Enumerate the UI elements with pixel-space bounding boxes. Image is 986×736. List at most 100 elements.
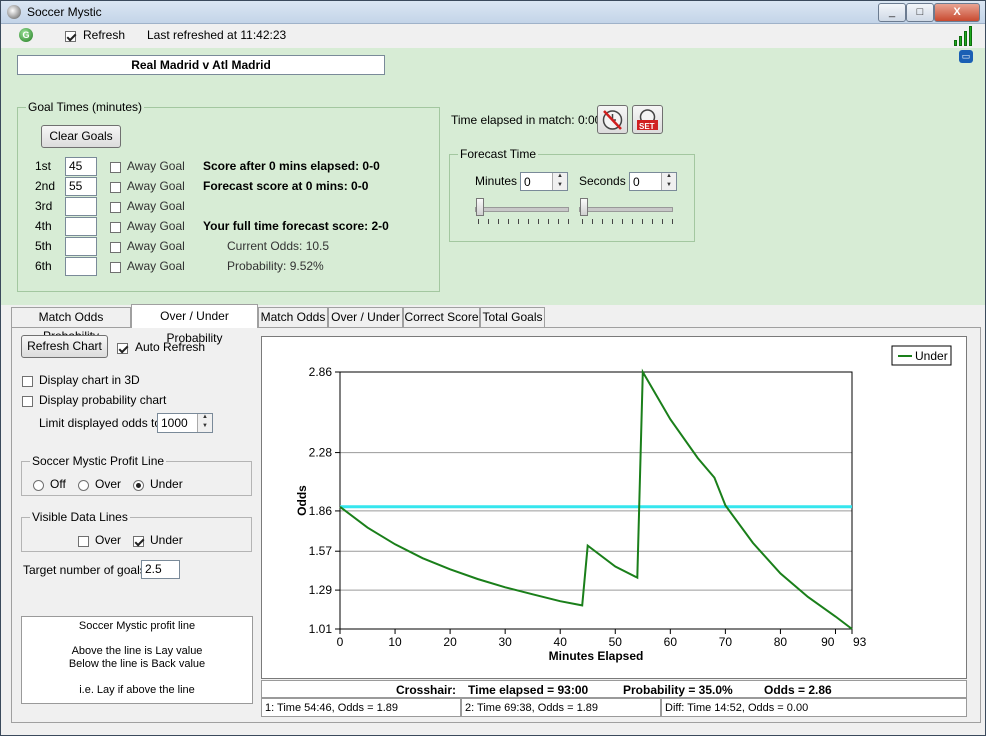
x-tick-label: 10 <box>388 635 402 649</box>
x-tick-label: 20 <box>443 635 457 649</box>
x-tick-label: 60 <box>664 635 678 649</box>
note-line1: Above the line is Lay value <box>71 645 203 657</box>
note-line3: i.e. Lay if above the line <box>79 684 195 696</box>
goal-times-group: Goal Times (minutes) Clear Goals 1st 45 … <box>17 100 440 292</box>
no-clock-icon <box>602 110 623 130</box>
goal-ordinal: 4th <box>35 219 52 233</box>
maximize-button[interactable]: □ <box>906 3 934 22</box>
tab-total-goals[interactable]: Total Goals <box>480 307 545 327</box>
target-goals-input[interactable]: 2.5 <box>141 560 180 579</box>
away-goal-checkbox[interactable] <box>110 260 121 274</box>
spin-up-icon[interactable]: ▲ <box>552 173 567 182</box>
radio-under-label: Under <box>150 477 183 491</box>
radio-under[interactable] <box>133 478 144 492</box>
away-goal-label: Away Goal <box>127 219 185 233</box>
minutes-slider-thumb[interactable] <box>476 198 484 216</box>
auto-refresh-checkbox[interactable] <box>117 341 128 355</box>
spin-up-icon[interactable]: ▲ <box>197 414 212 423</box>
refresh-label: Refresh <box>83 28 126 42</box>
tab-match-odds[interactable]: Match Odds <box>258 307 328 327</box>
goal-ordinal: 6th <box>35 259 52 273</box>
goal-time-input[interactable] <box>65 257 97 276</box>
profit-line-legend: Soccer Mystic Profit Line <box>30 454 167 468</box>
pin-icon[interactable]: ▭ <box>959 50 973 63</box>
seconds-slider-ticks <box>582 219 674 224</box>
time-elapsed-text: Time elapsed in match: 0:00 <box>451 113 602 127</box>
x-tick-label: 93 <box>853 635 867 649</box>
over-under-chart[interactable]: 1.01 1.29 1.57 1.86 2.28 2.86 0 10 20 30 40 50 60 70 8… <box>262 337 966 678</box>
minimize-button[interactable]: _ <box>878 3 906 22</box>
spin-down-icon[interactable]: ▼ <box>661 181 676 190</box>
match-title: Real Madrid v Atl Madrid <box>17 55 385 75</box>
visible-under-checkbox[interactable] <box>133 534 144 548</box>
visible-under-label: Under <box>150 533 183 547</box>
clear-goals-button[interactable]: Clear Goals <box>41 125 121 148</box>
goal-ordinal: 5th <box>35 239 52 253</box>
window-title: Soccer Mystic <box>27 5 102 19</box>
set-clock-button[interactable]: SET <box>632 105 663 134</box>
crosshair-odds: Odds = 2.86 <box>764 683 832 697</box>
spin-down-icon[interactable]: ▼ <box>552 181 567 190</box>
title-bar: Soccer Mystic _ □ X <box>1 1 985 24</box>
close-button[interactable]: X <box>934 3 980 22</box>
last-refreshed: Last refreshed at 11:42:23 <box>147 28 287 42</box>
soccer-ball-icon <box>7 5 21 19</box>
note-title: Soccer Mystic profit line <box>78 620 196 632</box>
note-line2: Below the line is Back value <box>68 658 206 670</box>
goal-ordinal: 2nd <box>35 179 56 193</box>
point2-readout: 2: Time 69:38, Odds = 1.89 <box>461 698 661 717</box>
match-panel: ▭ Real Madrid v Atl Madrid Goal Times (m… <box>1 48 985 305</box>
y-tick-label: 1.86 <box>309 504 333 518</box>
crosshair-bar: Crosshair: Time elapsed = 93:00 Probabil… <box>261 680 967 698</box>
crosshair-probability: Probability = 35.0% <box>623 683 733 697</box>
minutes-label: Minutes <box>475 174 518 188</box>
away-goal-label: Away Goal <box>127 179 185 193</box>
goal-time-input[interactable] <box>65 217 97 236</box>
away-goal-checkbox[interactable] <box>110 180 121 194</box>
point1-text: 1: Time 54:46, Odds = 1.89 <box>265 702 398 714</box>
tab-over-under-probability[interactable]: Over / Under Probability <box>131 304 258 345</box>
forecast-score-text: Forecast score at 0 mins: 0-0 <box>203 179 369 193</box>
reset-clock-button[interactable] <box>597 105 628 134</box>
refresh-checkbox[interactable] <box>65 29 76 43</box>
refresh-chart-button[interactable]: Refresh Chart <box>21 335 108 358</box>
spin-down-icon[interactable]: ▼ <box>197 423 212 432</box>
goal-time-input[interactable] <box>65 197 97 216</box>
tab-correct-score[interactable]: Correct Score <box>403 307 480 327</box>
spin-up-icon[interactable]: ▲ <box>661 173 676 182</box>
display-3d-checkbox[interactable] <box>22 374 33 388</box>
goal-times-legend: Goal Times (minutes) <box>26 100 145 114</box>
limit-odds-spinner[interactable]: 1000 ▲ ▼ <box>157 413 213 433</box>
goal-time-input[interactable]: 45 <box>65 157 97 176</box>
away-goal-checkbox[interactable] <box>110 220 121 234</box>
display-probability-checkbox[interactable] <box>22 394 33 408</box>
profit-line-group: Soccer Mystic Profit Line Off Over Under <box>21 454 252 496</box>
tab-match-odds-probability[interactable]: Match Odds Probability <box>11 307 131 343</box>
away-goal-checkbox[interactable] <box>110 160 121 174</box>
seconds-value: 0 <box>633 175 640 189</box>
forecast-time-group: Forecast Time Minutes 0 ▲ ▼ Seconds 0 ▲ … <box>449 147 695 242</box>
away-goal-checkbox[interactable] <box>110 200 121 214</box>
radio-over[interactable] <box>78 478 89 492</box>
g-icon[interactable]: G <box>19 28 33 42</box>
x-tick-label: 50 <box>609 635 623 649</box>
goal-time-input[interactable] <box>65 237 97 256</box>
tab-over-under[interactable]: Over / Under <box>328 307 403 327</box>
chart-area[interactable]: 1.01 1.29 1.57 1.86 2.28 2.86 0 10 20 30 40 50 60 70 8… <box>261 336 967 679</box>
minutes-slider-track[interactable] <box>475 207 569 212</box>
target-goals-label: Target number of goals <box>23 563 146 577</box>
seconds-slider-track[interactable] <box>579 207 673 212</box>
full-time-forecast-text: Your full time forecast score: 2-0 <box>203 219 389 233</box>
seconds-spinner[interactable]: 0 ▲ ▼ <box>629 172 677 191</box>
goal-time-input[interactable]: 55 <box>65 177 97 196</box>
visible-lines-group: Visible Data Lines Over Under <box>21 510 252 552</box>
x-tick-label: 90 <box>821 635 835 649</box>
radio-over-label: Over <box>95 477 122 491</box>
visible-over-checkbox[interactable] <box>78 534 89 548</box>
seconds-slider-thumb[interactable] <box>580 198 588 216</box>
away-goal-checkbox[interactable] <box>110 240 121 254</box>
limit-odds-value: 1000 <box>161 416 188 430</box>
minutes-spinner[interactable]: 0 ▲ ▼ <box>520 172 568 191</box>
auto-refresh-label: Auto Refresh <box>135 340 206 354</box>
radio-off[interactable] <box>33 478 44 492</box>
